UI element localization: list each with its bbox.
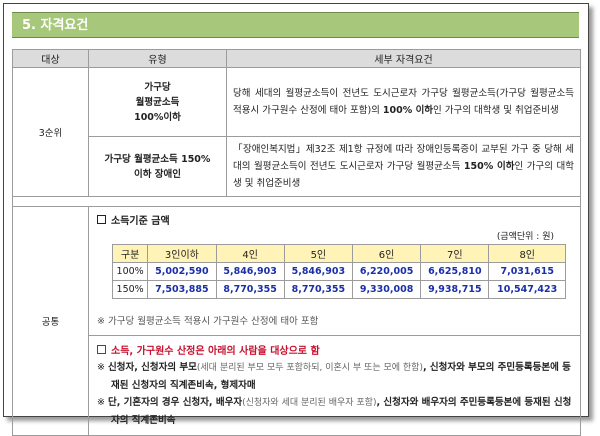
income-row-150: 150% 7,503,885 8,770,355 8,770,355 9,330… — [111, 280, 566, 299]
income-title-text: 소득기준 금액 — [111, 216, 170, 227]
header-type: 유형 — [88, 49, 227, 68]
income-header-cell: 3인이하 — [147, 244, 217, 263]
common-row: 공통 소득기준 금액 (금액단위 : 원) 구분 3인이하 4인 5인 6인 7… — [12, 206, 581, 436]
household-line-1: ※ 신청자, 신청자의 부모(세대 분리된 부모 모두 포함하되, 이혼시 부 … — [97, 359, 574, 394]
income-value: 8,770,355 — [215, 280, 285, 299]
section-title: 5. 자격요건 — [12, 12, 579, 38]
household-line-2: ※ 단, 기혼자의 경우 신청자, 배우자(신청자와 세대 분리된 배우자 포함… — [97, 394, 574, 429]
type-line: 가구당 월평균소득 150% — [104, 153, 211, 165]
household-title-text: 소득, 가구원수 산정은 아래의 사람을 대상으로 함 — [111, 346, 320, 357]
type-line: 100%이하 — [134, 111, 181, 123]
income-header-cell: 4인 — [215, 244, 285, 263]
rank3-type-2: 가구당 월평균소득 150% 이하 장애인 — [88, 136, 227, 197]
rank3-row-1: 3순위 가구당 월평균소득 100%이하 당해 세대의 월평균소득이 전년도 도… — [12, 67, 581, 197]
spacer-row — [12, 196, 581, 207]
type-line: 가구당 — [144, 81, 171, 93]
line-sub: (세대 분리된 부모 모두 포함하되, 이혼시 부 또는 모에 한함) — [196, 363, 423, 373]
rank3-target: 3순위 — [12, 67, 89, 197]
line-bold: 단, 기혼자의 경우 신청자, 배우자 — [108, 397, 243, 408]
income-value: 10,547,423 — [488, 280, 566, 299]
income-header-cell: 8인 — [488, 244, 566, 263]
rank3-detail-1: 당해 세대의 월평균소득이 전년도 도시근로자 가구당 월평균소득(가구당 월평… — [226, 67, 581, 137]
income-header-cell: 7인 — [420, 244, 490, 263]
reference-mark: ※ — [97, 362, 105, 373]
income-title: 소득기준 금액 — [97, 212, 574, 227]
income-value: 9,938,715 — [420, 280, 490, 299]
divider — [89, 335, 580, 336]
spacer — [12, 196, 581, 207]
unit-label: (금액단위 : 원) — [496, 232, 554, 242]
checkbox-square-icon — [97, 215, 106, 224]
line-sub: (신청자와 세대 분리된 배우자 포함) — [242, 398, 377, 408]
income-row-label: 100% — [111, 262, 149, 281]
income-row-label: 150% — [111, 280, 149, 299]
detail-bold: 100% 이하 — [382, 105, 434, 116]
checkbox-square-icon — [97, 345, 106, 354]
header-target: 대상 — [12, 49, 89, 68]
income-value: 6,625,810 — [420, 262, 490, 281]
income-value: 5,846,903 — [283, 262, 353, 281]
table-header-row: 대상 유형 세부 자격요건 — [12, 49, 581, 68]
header-detail: 세부 자격요건 — [226, 49, 581, 68]
income-header-row: 구분 3인이하 4인 5인 6인 7인 8인 — [111, 244, 566, 263]
line-bold: 신청자, 신청자의 부모 — [108, 362, 197, 373]
income-header-cell: 구분 — [111, 244, 149, 263]
household-title: 소득, 가구원수 산정은 아래의 사람을 대상으로 함 — [97, 342, 574, 357]
rank3-type-1: 가구당 월평균소득 100%이하 — [88, 67, 227, 137]
reference-mark: ※ — [97, 397, 105, 408]
income-header-cell: 5인 — [283, 244, 353, 263]
detail-text: 인 가구의 대학생 및 취업준비생 — [433, 105, 559, 116]
income-value: 8,770,355 — [283, 280, 353, 299]
income-header-cell: 6인 — [351, 244, 422, 263]
type-line: 월평균소득 — [135, 96, 180, 108]
eligibility-table: 대상 유형 세부 자격요건 3순위 가구당 월평균소득 100%이하 당해 세대… — [12, 49, 581, 436]
income-value: 7,503,885 — [147, 280, 217, 299]
document-frame: 5. 자격요건 대상 유형 세부 자격요건 3순위 가구당 월평균소득 100%… — [3, 3, 589, 436]
detail-bold: 150% 이하 — [463, 161, 515, 172]
common-body: 소득기준 금액 (금액단위 : 원) 구분 3인이하 4인 5인 6인 7인 8… — [88, 206, 581, 436]
type-line: 이하 장애인 — [133, 168, 181, 180]
income-value: 6,220,005 — [351, 262, 422, 281]
income-value: 7,031,615 — [488, 262, 566, 281]
common-target: 공통 — [12, 206, 89, 436]
income-value: 5,002,590 — [147, 262, 217, 281]
income-note: ※ 가구당 월평균소득 적용시 가구원수 산정에 태아 포함 — [97, 316, 319, 327]
income-value: 5,846,903 — [215, 262, 285, 281]
income-row-100: 100% 5,002,590 5,846,903 5,846,903 6,220… — [111, 262, 566, 281]
rank3-row-2: 가구당 월평균소득 150% 이하 장애인 「장애인복지법」제32조 제1항 규… — [13, 136, 581, 197]
rank3-detail-2: 「장애인복지법」제32조 제1항 규정에 따라 장애인등록증이 교부된 가구 중… — [226, 136, 581, 197]
income-value: 9,330,008 — [351, 280, 422, 299]
income-table: 구분 3인이하 4인 5인 6인 7인 8인 100% 5,002,590 5,… — [111, 244, 566, 299]
